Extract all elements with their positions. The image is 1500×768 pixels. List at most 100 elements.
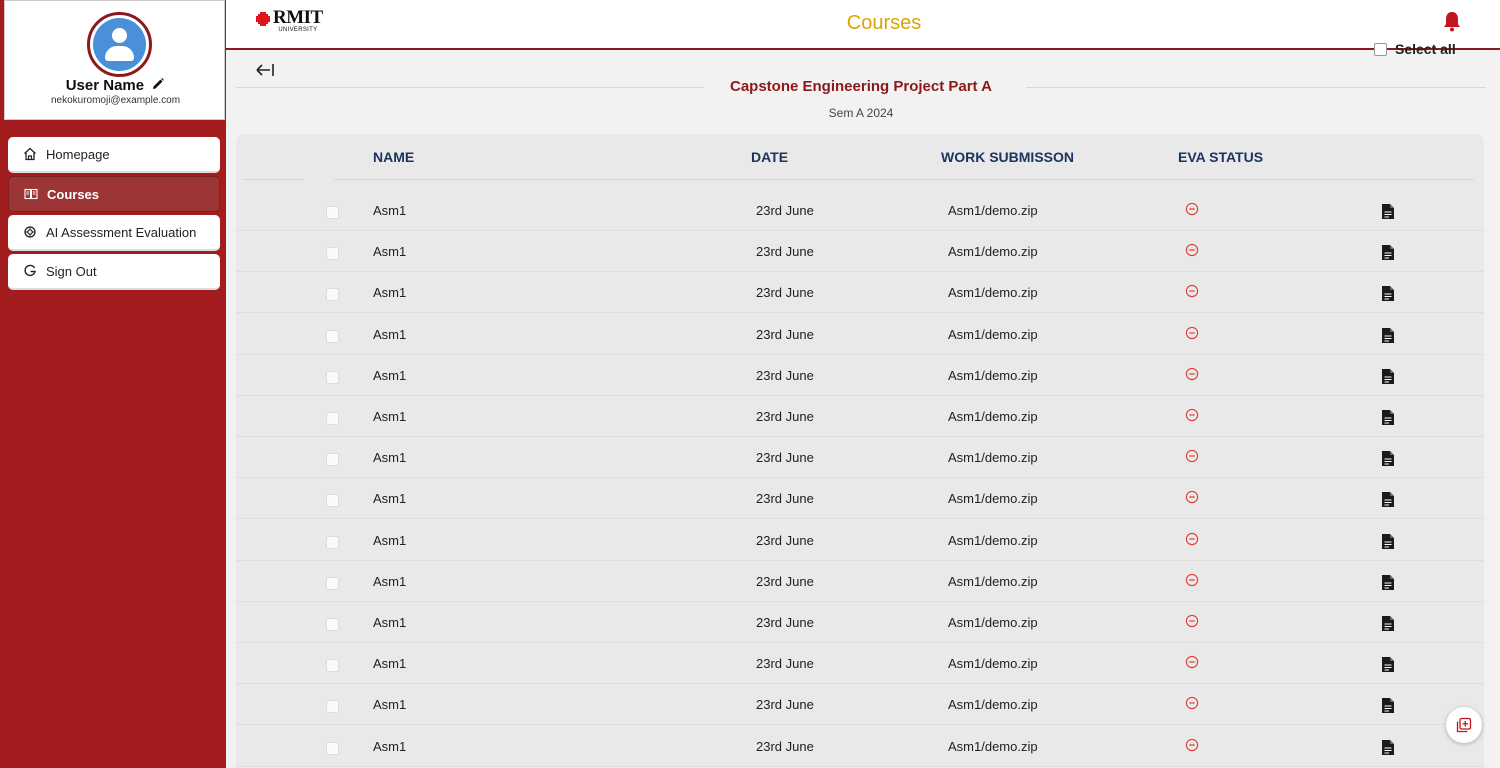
status-minus-circle-icon xyxy=(1185,326,1199,339)
cell-date: 23rd June xyxy=(756,491,814,507)
bell-icon[interactable] xyxy=(1442,10,1462,37)
column-header-date[interactable]: DATE xyxy=(751,149,788,165)
status-minus-circle-icon xyxy=(1185,408,1199,422)
document-icon[interactable] xyxy=(1381,739,1395,756)
cell-work-submission[interactable]: Asm1/demo.zip xyxy=(948,244,1038,259)
page-title: Courses xyxy=(846,12,922,34)
document-icon[interactable] xyxy=(1381,203,1395,220)
document-icon[interactable] xyxy=(1381,327,1395,344)
column-header-work-submission[interactable]: WORK SUBMISSON xyxy=(941,149,1074,165)
cell-work-submission[interactable]: Asm1/demo.zip xyxy=(948,450,1038,465)
document-icon[interactable] xyxy=(1381,450,1395,467)
document-icon[interactable] xyxy=(1381,615,1395,632)
status-minus-circle-icon xyxy=(1185,244,1199,257)
sidebar-item-courses[interactable]: Courses xyxy=(8,176,220,212)
cell-work-submission[interactable]: Asm1/demo.zip xyxy=(948,368,1038,383)
cell-work-submission[interactable]: Asm1/demo.zip xyxy=(948,533,1038,548)
status-minus-circle-icon xyxy=(1185,367,1199,380)
cell-date: 23rd June xyxy=(756,615,814,630)
row-checkbox[interactable] xyxy=(326,247,339,261)
submissions-table: NAME DATE WORK SUBMISSON EVA STATUS Asm1… xyxy=(236,134,1484,768)
status-minus-circle-icon xyxy=(1185,573,1199,586)
status-minus-circle-icon xyxy=(1185,202,1199,216)
cell-name: Asm1 xyxy=(373,491,407,507)
user-email: nekokuromoji@example.com xyxy=(50,95,181,106)
course-semester: Sem A 2024 xyxy=(828,106,894,120)
document-icon[interactable] xyxy=(1381,533,1395,550)
sidebar-item-ai-assessment[interactable]: AI Assessment Evaluation xyxy=(8,215,220,251)
sidebar-item-homepage[interactable]: Homepage xyxy=(8,137,220,173)
table-row: Asm1 23rd June Asm1/demo.zip xyxy=(236,684,1484,726)
cell-date: 23rd June xyxy=(756,532,814,548)
column-header-name[interactable]: NAME xyxy=(373,149,414,165)
add-course-button[interactable] xyxy=(1446,707,1482,743)
cell-work-submission[interactable]: Asm1/demo.zip xyxy=(948,327,1038,342)
row-checkbox[interactable] xyxy=(326,329,339,343)
row-checkbox[interactable] xyxy=(326,618,339,631)
document-icon[interactable] xyxy=(1381,697,1395,714)
cell-date: 23rd June xyxy=(756,203,814,218)
profile-card: User Name nekokuromoji@example.com xyxy=(4,0,225,120)
cell-work-submission[interactable]: Asm1/demo.zip xyxy=(948,615,1038,630)
cell-work-submission[interactable]: Asm1/demo.zip xyxy=(948,656,1038,671)
sidebar-item-label: Sign Out xyxy=(46,263,97,279)
google-icon xyxy=(22,263,38,279)
table-row: Asm1 23rd June Asm1/demo.zip xyxy=(236,190,1484,231)
select-all-control[interactable]: Select all xyxy=(1374,41,1456,57)
row-checkbox[interactable] xyxy=(326,494,339,508)
status-minus-circle-icon xyxy=(1185,697,1199,710)
table-row: Asm1 23rd June Asm1/demo.zip xyxy=(236,520,1484,561)
select-all-label: Select all xyxy=(1395,41,1456,57)
cell-work-submission[interactable]: Asm1/demo.zip xyxy=(948,574,1038,589)
cell-date: 23rd June xyxy=(756,244,814,260)
row-checkbox[interactable] xyxy=(326,535,339,549)
row-checkbox[interactable] xyxy=(326,288,339,302)
select-all-checkbox[interactable] xyxy=(1374,42,1387,56)
cell-name: Asm1 xyxy=(373,738,407,754)
row-checkbox[interactable] xyxy=(326,659,339,673)
status-minus-circle-icon xyxy=(1185,738,1199,751)
sidebar-item-label: Courses xyxy=(47,186,100,202)
cell-name: Asm1 xyxy=(373,285,407,301)
column-header-eva-status[interactable]: EVA STATUS xyxy=(1178,149,1263,165)
cell-date: 23rd June xyxy=(756,573,814,589)
cell-work-submission[interactable]: Asm1/demo.zip xyxy=(948,697,1038,712)
document-icon[interactable] xyxy=(1381,491,1395,508)
row-checkbox[interactable] xyxy=(326,412,339,425)
cell-name: Asm1 xyxy=(373,573,407,589)
row-checkbox[interactable] xyxy=(326,453,339,467)
document-icon[interactable] xyxy=(1381,244,1395,261)
user-icon xyxy=(93,18,146,71)
cell-name: Asm1 xyxy=(373,615,407,630)
row-checkbox[interactable] xyxy=(326,576,339,590)
document-icon[interactable] xyxy=(1381,656,1395,673)
sidebar-item-sign-out[interactable]: Sign Out xyxy=(8,254,220,290)
document-icon[interactable] xyxy=(1381,368,1395,385)
status-minus-circle-icon xyxy=(1185,656,1199,669)
row-checkbox[interactable] xyxy=(326,370,339,384)
cell-work-submission[interactable]: Asm1/demo.zip xyxy=(948,491,1038,506)
cell-work-submission[interactable]: Asm1/demo.zip xyxy=(948,739,1038,754)
cell-work-submission[interactable]: Asm1/demo.zip xyxy=(948,409,1038,424)
cell-name: Asm1 xyxy=(373,203,407,218)
row-checkbox[interactable] xyxy=(326,206,339,219)
cell-work-submission[interactable]: Asm1/demo.zip xyxy=(948,285,1038,300)
table-row: Asm1 23rd June Asm1/demo.zip xyxy=(236,643,1484,685)
sidebar-nav: Homepage Courses AI Assessment Evaluatio… xyxy=(8,137,220,293)
table-row: Asm1 23rd June Asm1/demo.zip xyxy=(236,478,1484,520)
cell-name: Asm1 xyxy=(373,409,407,424)
row-checkbox[interactable] xyxy=(326,700,339,714)
document-icon[interactable] xyxy=(1381,409,1395,426)
table-row: Asm1 23rd June Asm1/demo.zip xyxy=(236,561,1484,602)
table-row: Asm1 23rd June Asm1/demo.zip xyxy=(236,602,1484,643)
status-minus-circle-icon xyxy=(1185,532,1199,545)
user-name: User Name xyxy=(5,77,226,94)
cell-date: 23rd June xyxy=(756,738,814,754)
cell-work-submission[interactable]: Asm1/demo.zip xyxy=(948,203,1038,218)
document-icon[interactable] xyxy=(1381,285,1395,302)
avatar[interactable] xyxy=(87,12,152,77)
document-icon[interactable] xyxy=(1381,574,1395,591)
pencil-icon[interactable] xyxy=(151,77,165,91)
top-header: RMIT UNIVERSITY Courses xyxy=(226,0,1500,50)
row-checkbox[interactable] xyxy=(326,741,339,755)
